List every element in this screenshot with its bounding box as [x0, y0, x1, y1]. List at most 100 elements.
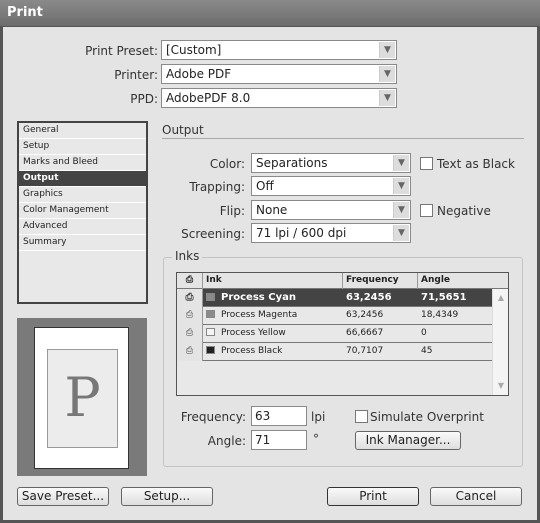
sidebar-item-graphics[interactable]: Graphics	[19, 187, 146, 203]
ink-name: Process Yellow	[221, 328, 286, 338]
trapping-value: Off	[256, 179, 274, 193]
ink-angle-cell: 0	[421, 328, 427, 338]
frequency-unit: lpi	[311, 410, 326, 424]
text-as-black-label: Text as Black	[437, 157, 515, 171]
save-preset-button[interactable]: Save Preset...	[17, 487, 109, 506]
frequency-column-header[interactable]: Frequency	[343, 273, 418, 289]
sidebar-item-summary[interactable]: Summary	[19, 235, 146, 251]
printer-icon: ⎙	[185, 275, 194, 285]
chevron-down-icon[interactable]: ▼	[393, 225, 409, 241]
printer-icon: ⎙	[185, 292, 194, 303]
title-bar: Print	[0, 0, 540, 27]
sidebar-item-marks-and-bleed[interactable]: Marks and Bleed	[19, 155, 146, 171]
sidebar-nav: General Setup Marks and Bleed Output Gra…	[17, 121, 148, 304]
ppd-value: AdobePDF 8.0	[166, 91, 251, 105]
ink-swatch	[206, 328, 215, 336]
print-toggle[interactable]: ⎙	[177, 343, 203, 361]
ink-name-cell: Process Yellow	[203, 325, 343, 343]
print-preset-label: Print Preset:	[85, 44, 158, 58]
chevron-down-icon[interactable]: ▼	[393, 202, 409, 218]
ink-angle-cell: 18,4349	[421, 310, 459, 320]
trapping-select[interactable]: Off ▼	[251, 176, 411, 196]
angle-label: Angle:	[207, 434, 246, 448]
ink-swatch	[206, 346, 215, 354]
printer-icon: ⎙	[185, 328, 194, 338]
angle-column-header[interactable]: Angle	[418, 273, 508, 289]
ink-name: Process Cyan	[221, 292, 296, 303]
inks-title: Inks	[172, 249, 203, 263]
setup-button[interactable]: Setup...	[121, 487, 213, 506]
section-divider	[162, 138, 524, 139]
ppd-select[interactable]: AdobePDF 8.0 ▼	[161, 88, 397, 108]
print-column-header[interactable]: ⎙	[177, 273, 203, 289]
ink-name-cell: Process Cyan	[203, 289, 343, 307]
printer-select[interactable]: Adobe PDF ▼	[161, 64, 397, 84]
angle-input[interactable]: 71	[251, 430, 307, 450]
ink-frequency-cell: 66,6667	[346, 328, 384, 338]
ink-angle-cell: 45	[421, 346, 433, 356]
text-as-black-checkbox[interactable]	[420, 157, 433, 170]
flip-select[interactable]: None ▼	[251, 200, 411, 220]
chevron-down-icon[interactable]: ▼	[393, 178, 409, 194]
ppd-label: PPD:	[130, 92, 158, 106]
ink-manager-button[interactable]: Ink Manager...	[355, 431, 461, 450]
printer-icon: ⎙	[185, 346, 194, 356]
ink-name: Process Magenta	[221, 310, 298, 320]
ink-frequency-cell: 63,2456	[346, 310, 384, 320]
sidebar-item-advanced[interactable]: Advanced	[19, 219, 146, 235]
page-preview: P	[17, 318, 147, 476]
print-toggle[interactable]: ⎙	[177, 325, 203, 343]
ink-row[interactable]: ⎙ Process Yellow 66,6667 0	[177, 325, 492, 343]
section-title: Output	[162, 123, 204, 137]
scroll-up-icon[interactable]: ▲	[494, 291, 508, 305]
ink-name: Process Black	[221, 346, 283, 356]
negative-label: Negative	[437, 204, 491, 218]
ink-swatch	[206, 293, 215, 301]
sidebar-item-output[interactable]: Output	[19, 171, 146, 187]
preview-page: P	[34, 327, 129, 469]
ink-column-header[interactable]: Ink	[203, 273, 343, 289]
flip-value: None	[256, 203, 288, 217]
ink-swatch	[206, 310, 215, 318]
ink-row[interactable]: ⎙ Process Black 70,7107 45	[177, 343, 492, 361]
flip-label: Flip:	[219, 204, 245, 218]
inks-scrollbar[interactable]: ▲ ▼	[492, 289, 508, 395]
frequency-input[interactable]: 63	[251, 406, 307, 426]
ink-angle-cell: 71,5651	[421, 292, 467, 303]
chevron-down-icon[interactable]: ▼	[379, 42, 395, 58]
color-value: Separations	[256, 156, 328, 170]
simulate-overprint-label: Simulate Overprint	[370, 410, 484, 424]
sidebar-item-setup[interactable]: Setup	[19, 139, 146, 155]
sidebar-item-color-management[interactable]: Color Management	[19, 203, 146, 219]
negative-checkbox[interactable]	[420, 204, 433, 217]
screening-select[interactable]: 71 lpi / 600 dpi ▼	[251, 223, 411, 243]
ink-row[interactable]: ⎙ Process Cyan 63,2456 71,5651	[177, 289, 492, 307]
ink-frequency-cell: 63,2456	[346, 292, 392, 303]
scroll-down-icon[interactable]: ▼	[494, 379, 508, 393]
ink-name-cell: Process Black	[203, 343, 343, 361]
print-toggle[interactable]: ⎙	[177, 307, 203, 325]
ink-name-cell: Process Magenta	[203, 307, 343, 325]
print-toggle[interactable]: ⎙	[177, 289, 203, 307]
print-preset-select[interactable]: [Custom] ▼	[161, 40, 397, 60]
sidebar-item-general[interactable]: General	[19, 123, 146, 139]
inks-table: ⎙ Ink Frequency Angle ⎙ Process Cyan 63,24…	[176, 272, 509, 396]
trapping-label: Trapping:	[189, 180, 245, 194]
chevron-down-icon[interactable]: ▼	[393, 155, 409, 171]
simulate-overprint-checkbox[interactable]	[355, 410, 368, 423]
inks-table-header: ⎙ Ink Frequency Angle	[177, 273, 508, 289]
frequency-label: Frequency:	[180, 410, 246, 424]
cancel-button[interactable]: Cancel	[430, 487, 522, 506]
screening-value: 71 lpi / 600 dpi	[256, 226, 347, 240]
printer-icon: ⎙	[185, 310, 194, 320]
printer-value: Adobe PDF	[166, 67, 232, 81]
ink-frequency-cell: 70,7107	[346, 346, 384, 356]
ink-row[interactable]: ⎙ Process Magenta 63,2456 18,4349	[177, 307, 492, 325]
print-button[interactable]: Print	[327, 487, 419, 506]
chevron-down-icon[interactable]: ▼	[379, 66, 395, 82]
printer-label: Printer:	[114, 68, 158, 82]
color-label: Color:	[209, 157, 245, 171]
color-select[interactable]: Separations ▼	[251, 153, 411, 173]
print-preset-value: [Custom]	[166, 43, 222, 57]
chevron-down-icon[interactable]: ▼	[379, 90, 395, 106]
